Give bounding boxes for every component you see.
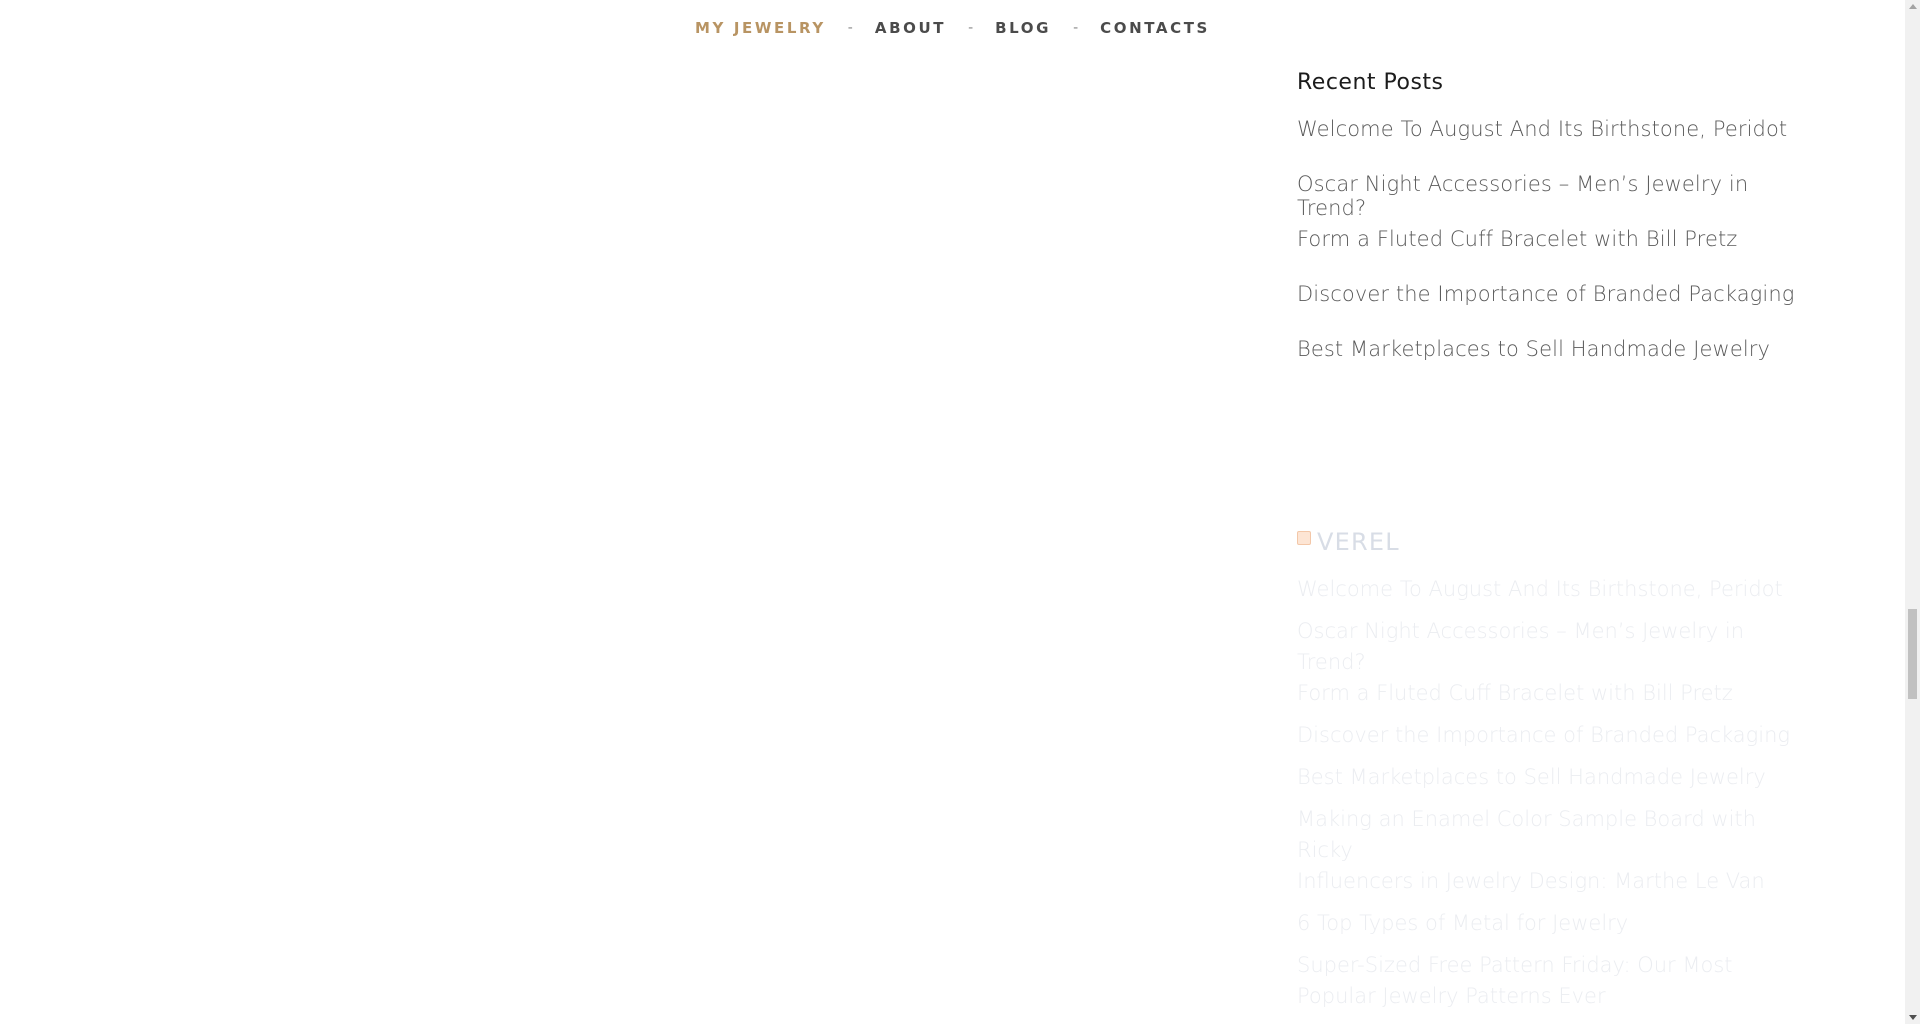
list-item: Best Marketplaces to Sell Handmade Jewel… [1297,337,1817,392]
recent-post-link[interactable]: Form a Fluted Cuff Bracelet with Bill Pr… [1297,227,1737,251]
rss-link[interactable]: Discover the Importance of Branded Packa… [1297,723,1790,747]
nav-separator: - [847,20,853,36]
nav-about[interactable]: ABOUT [875,19,946,37]
nav-separator: - [968,20,974,36]
list-item: Influencers in Jewelry Design: Marthe Le… [1297,866,1817,908]
recent-post-link[interactable]: Welcome To August And Its Birthstone, Pe… [1297,117,1787,141]
rss-link[interactable]: Influencers in Jewelry Design: Marthe Le… [1297,869,1765,893]
recent-posts-widget: Recent Posts Welcome To August And Its B… [1297,70,1817,392]
list-item: Welcome To August And Its Birthstone, Pe… [1297,574,1817,616]
list-item: Making an Enamel Color Sample Board with… [1297,804,1817,866]
list-item: Discover the Importance of Branded Packa… [1297,720,1817,762]
nav-contacts[interactable]: CONTACTS [1100,19,1210,37]
recent-posts-title: Recent Posts [1297,70,1444,95]
nav-blog[interactable]: BLOG [995,19,1051,37]
recent-post-link[interactable]: Oscar Night Accessories – Men’s Jewelry … [1297,172,1748,220]
rss-list: Welcome To August And Its Birthstone, Pe… [1297,574,1817,1012]
list-item: Form a Fluted Cuff Bracelet with Bill Pr… [1297,227,1817,282]
scroll-up-arrow-icon[interactable] [1909,4,1917,9]
rss-link[interactable]: Super-Sized Free Pattern Friday: Our Mos… [1297,953,1733,1008]
list-item: Oscar Night Accessories – Men’s Jewelry … [1297,616,1817,678]
nav-separator: - [1073,20,1079,36]
rss-link[interactable]: Making an Enamel Color Sample Board with… [1297,807,1756,862]
rss-link[interactable]: Best Marketplaces to Sell Handmade Jewel… [1297,765,1766,789]
vertical-scrollbar[interactable] [1905,0,1920,1024]
list-item: Super-Sized Free Pattern Friday: Our Mos… [1297,950,1817,1012]
recent-post-link[interactable]: Best Marketplaces to Sell Handmade Jewel… [1297,337,1770,361]
list-item: Discover the Importance of Branded Packa… [1297,282,1817,337]
list-item: Form a Fluted Cuff Bracelet with Bill Pr… [1297,678,1817,720]
rss-icon[interactable] [1297,531,1311,545]
rss-header: VEREL [1297,528,1817,556]
page: MY JEWELRY - ABOUT - BLOG - CONTACTS Rec… [0,0,1920,1024]
scroll-down-arrow-icon[interactable] [1909,1015,1917,1020]
rss-title[interactable]: VEREL [1317,528,1400,556]
rss-link[interactable]: Form a Fluted Cuff Bracelet with Bill Pr… [1297,681,1733,705]
scroll-thumb[interactable] [1908,609,1917,699]
nav-my-jewelry[interactable]: MY JEWELRY [695,19,826,37]
top-navigation: MY JEWELRY - ABOUT - BLOG - CONTACTS [0,19,1905,37]
list-item: 6 Top Types of Metal for Jewelry [1297,908,1817,950]
list-item: Oscar Night Accessories – Men’s Jewelry … [1297,172,1817,227]
rss-link[interactable]: 6 Top Types of Metal for Jewelry [1297,911,1628,935]
list-item: Welcome To August And Its Birthstone, Pe… [1297,117,1817,172]
rss-link[interactable]: Oscar Night Accessories – Men’s Jewelry … [1297,619,1744,674]
rss-widget: VEREL Welcome To August And Its Birthsto… [1297,528,1817,1012]
recent-post-link[interactable]: Discover the Importance of Branded Packa… [1297,282,1794,306]
rss-link[interactable]: Welcome To August And Its Birthstone, Pe… [1297,577,1783,601]
list-item: Best Marketplaces to Sell Handmade Jewel… [1297,762,1817,804]
recent-posts-list: Welcome To August And Its Birthstone, Pe… [1297,117,1817,392]
